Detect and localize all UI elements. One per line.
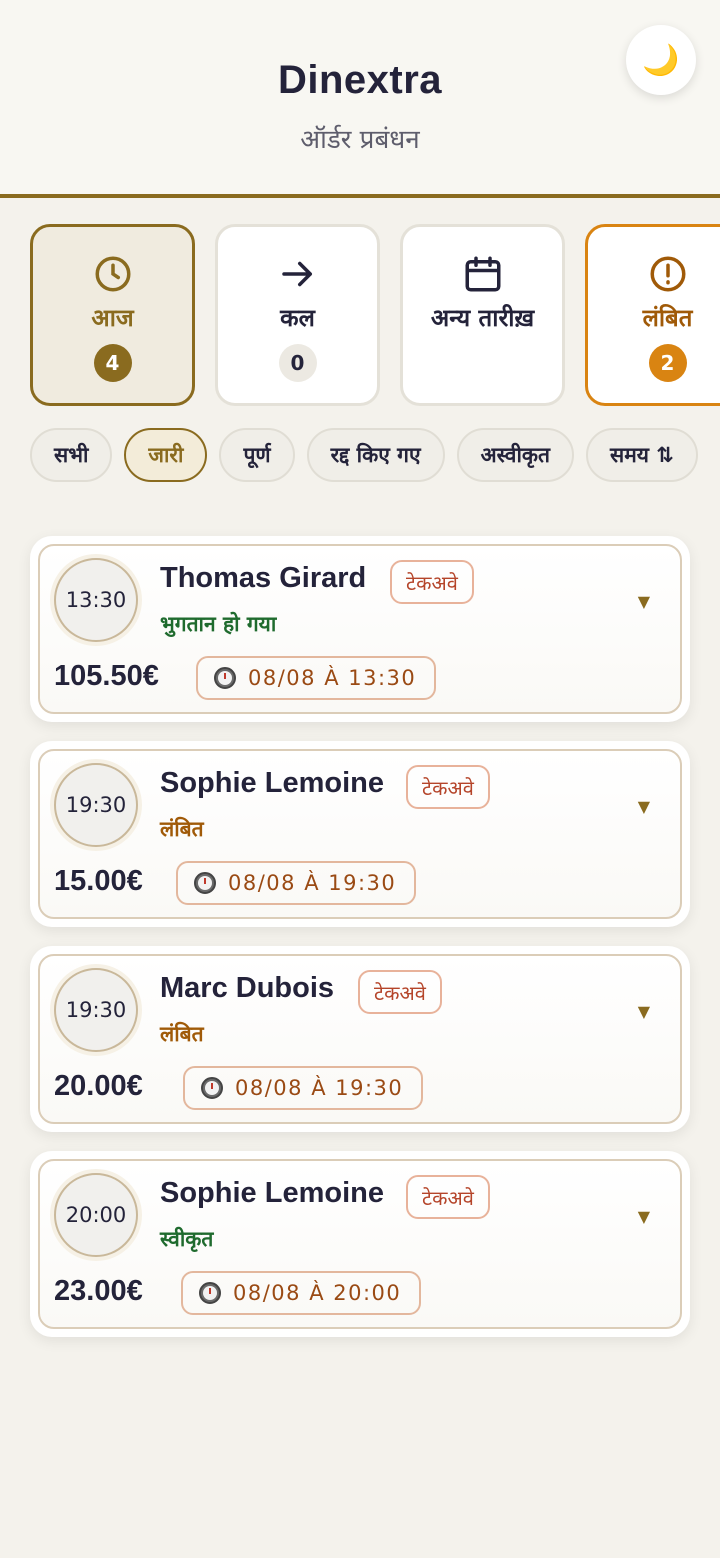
chevron-down-icon[interactable]: ▼ [638, 1002, 650, 1021]
customer-name: Marc Dubois [160, 972, 335, 1004]
moon-icon: 🌙 [642, 42, 680, 78]
order-datetime: 08/08 À 19:30 [176, 861, 417, 905]
order-time: 20:00 [54, 1173, 138, 1257]
tile-label: आज [91, 304, 134, 332]
clock-icon [95, 256, 130, 292]
order-datetime: 08/08 À 19:30 [183, 1066, 424, 1110]
tile-count-badge: 2 [648, 344, 687, 382]
order-time: 19:30 [54, 763, 138, 847]
order-datetime: 08/08 À 20:00 [181, 1271, 422, 1315]
order-card[interactable]: 13:30 Thomas Girard टेकअवे भुगतान हो गया… [30, 536, 690, 722]
order-card[interactable]: 20:00 Sophie Lemoine टेकअवे स्वीकृत ▼ 23… [30, 1151, 690, 1337]
order-status: लंबित [160, 1022, 204, 1046]
tile-label: लंबित [642, 304, 693, 332]
app-title: Dinextra [277, 58, 443, 102]
alert-circle-icon [650, 256, 685, 292]
filter-rejected[interactable]: अस्वीकृत [456, 428, 575, 482]
tile-other-date[interactable]: अन्य तारीख़ [400, 224, 565, 406]
order-datetime: 08/08 À 13:30 [196, 656, 437, 700]
order-time: 13:30 [54, 558, 138, 642]
datetime-label: 08/08 À 19:30 [228, 871, 397, 895]
customer-name: Sophie Lemoine [160, 767, 384, 799]
tile-today[interactable]: आज 4 [30, 224, 195, 406]
filter-ongoing[interactable]: जारी [124, 428, 208, 482]
day-tiles: आज 4 कल 0 अन्य तारीख़ लंबित 2 [30, 224, 720, 406]
order-price: 20.00€ [54, 1070, 143, 1102]
arrow-right-icon [281, 261, 312, 287]
order-price: 23.00€ [54, 1275, 143, 1307]
sort-by-time-button[interactable]: समय ⇅ [586, 428, 698, 482]
status-filters: सभी जारी पूर्ण रद्द किए गए अस्वीकृत समय … [30, 428, 720, 482]
order-card[interactable]: 19:30 Sophie Lemoine टेकअवे लंबित ▼ 15.0… [30, 741, 690, 927]
order-status: स्वीकृत [160, 1227, 214, 1251]
order-status: भुगतान हो गया [160, 612, 277, 636]
tile-count-badge: 4 [93, 344, 132, 382]
customer-name: Thomas Girard [160, 562, 367, 594]
datetime-label: 08/08 À 20:00 [233, 1281, 402, 1305]
calendar-icon [465, 256, 500, 292]
order-price: 15.00€ [54, 865, 143, 897]
tile-tomorrow[interactable]: कल 0 [215, 224, 380, 406]
chevron-down-icon[interactable]: ▼ [638, 797, 650, 816]
filter-all[interactable]: सभी [30, 428, 113, 482]
chevron-down-icon[interactable]: ▼ [638, 1207, 650, 1226]
order-status: लंबित [160, 817, 204, 841]
clock-icon [194, 872, 216, 894]
app-subtitle: ऑर्डर प्रबंधन [300, 125, 420, 155]
filter-completed[interactable]: पूर्ण [219, 428, 295, 482]
tile-label: अन्य तारीख़ [430, 304, 535, 332]
theme-toggle-button[interactable]: 🌙 [626, 25, 696, 95]
order-type-badge: टेकअवे [358, 970, 442, 1014]
clock-icon [214, 667, 236, 689]
datetime-label: 08/08 À 19:30 [235, 1076, 404, 1100]
tile-pending[interactable]: लंबित 2 [585, 224, 720, 406]
customer-name: Sophie Lemoine [160, 1177, 384, 1209]
filter-cancelled[interactable]: रद्द किए गए [306, 428, 445, 482]
chevron-down-icon[interactable]: ▼ [638, 592, 650, 611]
tile-label: कल [280, 304, 315, 332]
datetime-label: 08/08 À 13:30 [248, 666, 417, 690]
order-type-badge: टेकअवे [406, 1175, 490, 1219]
clock-icon [201, 1077, 223, 1099]
order-type-badge: टेकअवे [390, 560, 474, 604]
order-card[interactable]: 19:30 Marc Dubois टेकअवे लंबित ▼ 20.00€ … [30, 946, 690, 1132]
order-type-badge: टेकअवे [406, 765, 490, 809]
order-time: 19:30 [54, 968, 138, 1052]
clock-icon [199, 1282, 221, 1304]
app-header: Dinextra ऑर्डर प्रबंधन 🌙 [0, 0, 720, 198]
tile-count-badge: 0 [278, 344, 317, 382]
order-list: 13:30 Thomas Girard टेकअवे भुगतान हो गया… [30, 536, 690, 1356]
order-price: 105.50€ [54, 660, 159, 692]
